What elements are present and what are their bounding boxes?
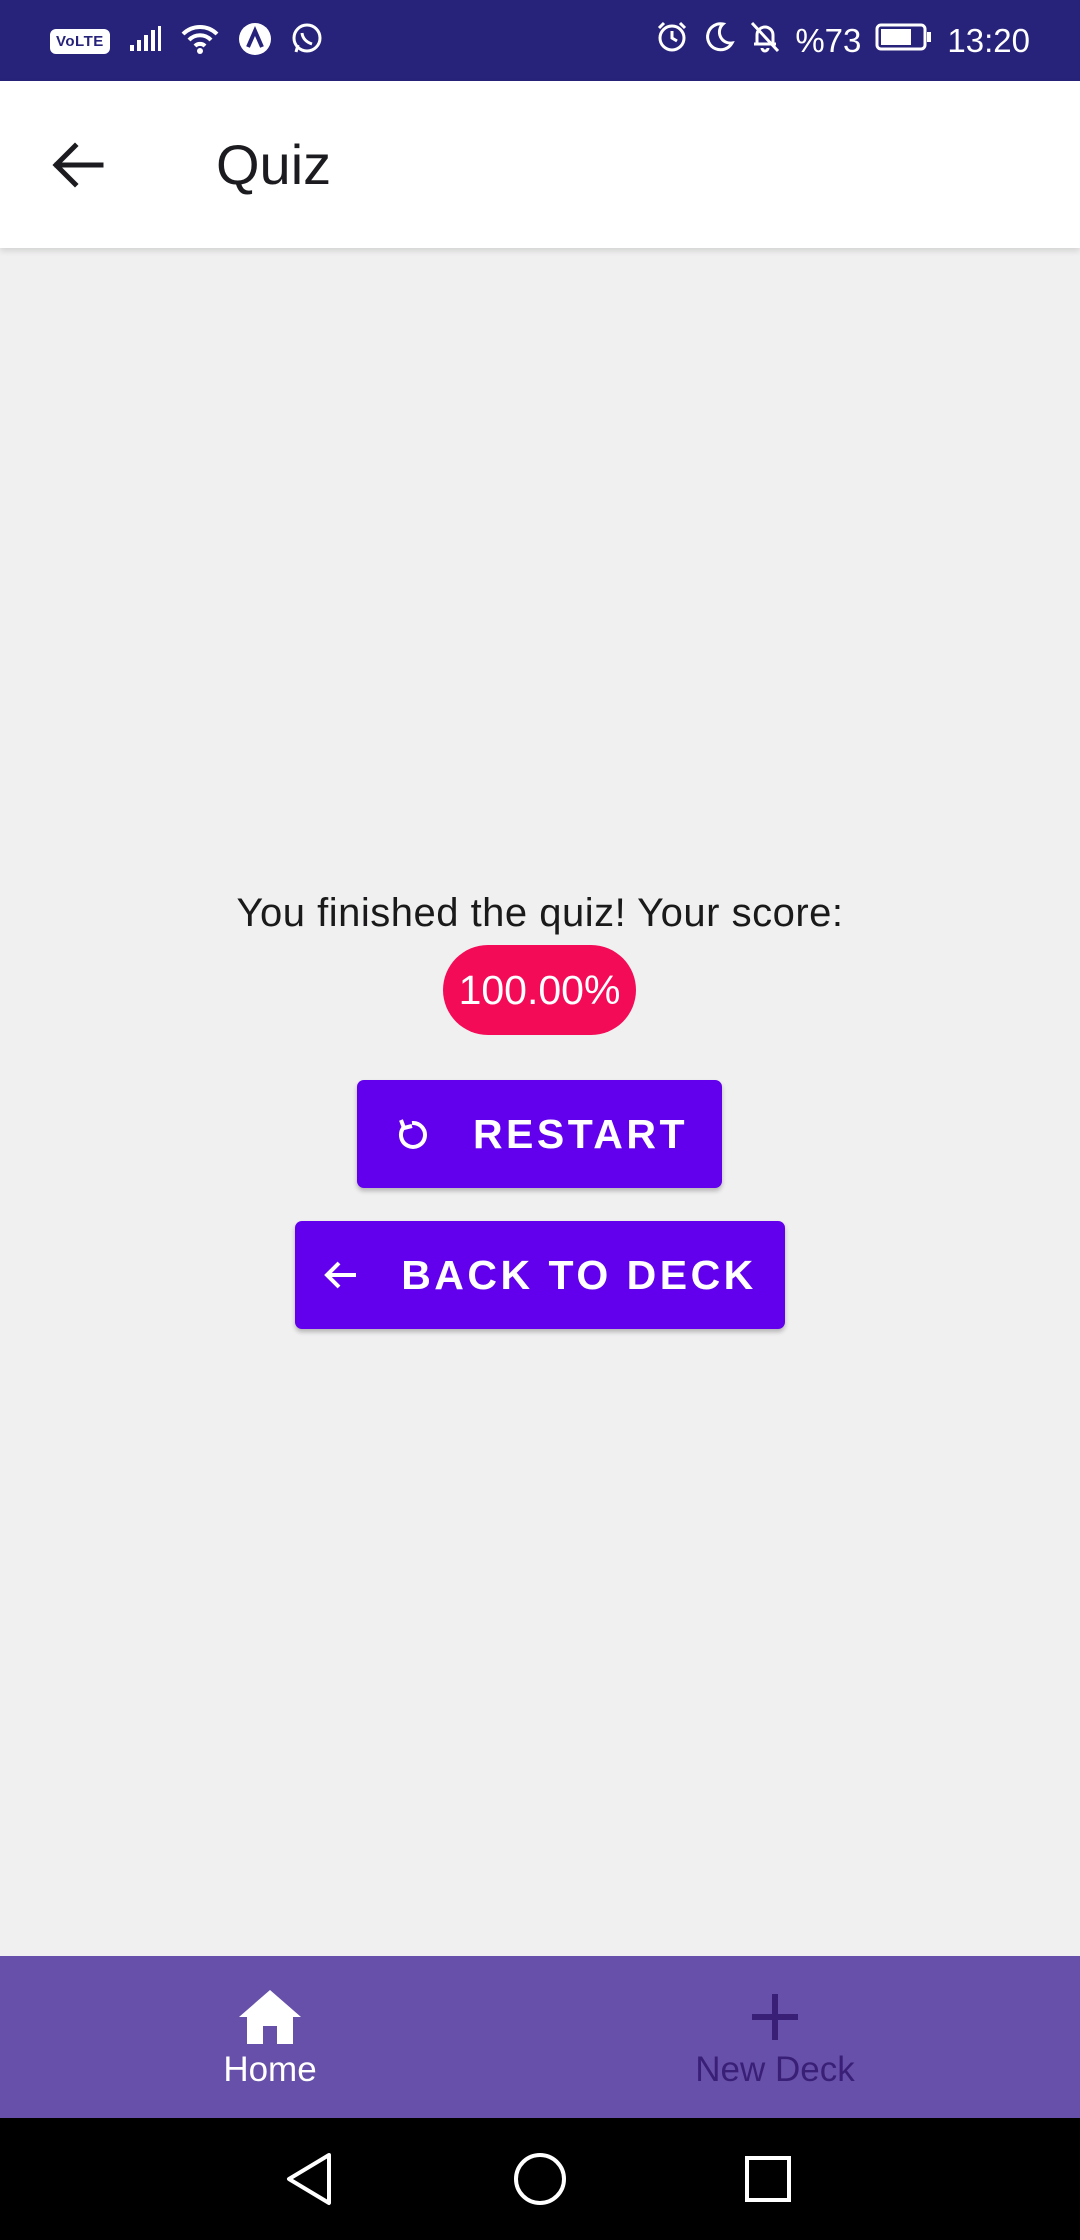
home-icon [237, 1986, 303, 2048]
status-right: %73 13:20 [655, 20, 1030, 62]
nav-item-new-deck[interactable]: New Deck [505, 1956, 1045, 2118]
result-message: You finished the quiz! Your score: [236, 891, 844, 935]
bottom-navigation: Home New Deck [0, 1956, 1080, 2118]
alarm-icon [655, 20, 689, 62]
back-button[interactable] [38, 125, 118, 205]
arrow-left-icon [52, 142, 104, 188]
battery-icon [875, 22, 933, 60]
page-title: Quiz [216, 133, 332, 196]
back-triangle-icon[interactable] [276, 2146, 342, 2212]
score-badge: 100.00% [443, 945, 636, 1035]
restart-button[interactable]: RESTART [357, 1080, 722, 1188]
nav-item-home[interactable]: Home [0, 1956, 540, 2118]
home-circle-icon[interactable] [507, 2146, 573, 2212]
recents-square-icon[interactable] [735, 2146, 801, 2212]
back-to-deck-label: BACK TO DECK [401, 1251, 757, 1298]
app-bar: Quiz [0, 81, 1080, 248]
clock: 13:20 [947, 22, 1030, 59]
system-nav-bar [0, 2118, 1080, 2240]
arrow-left-icon [324, 1261, 357, 1289]
moon-icon [703, 21, 736, 61]
quiz-result-panel: You finished the quiz! Your score: 100.0… [0, 248, 1080, 1956]
restart-label: RESTART [472, 1110, 689, 1157]
wifi-icon [180, 23, 220, 60]
whatsapp-icon [290, 22, 324, 61]
nav-label-home: Home [223, 2050, 317, 2089]
bell-off-icon [749, 20, 781, 62]
volte-badge: VoLTE [50, 28, 110, 54]
status-bar: VoLTE %73 13:20 [0, 0, 1080, 81]
app-a-icon [238, 22, 272, 61]
nav-label-new-deck: New Deck [695, 2050, 855, 2089]
back-to-deck-button[interactable]: BACK TO DECK [295, 1221, 785, 1329]
plus-icon [749, 1986, 801, 2048]
battery-text: %73 [795, 22, 862, 59]
status-left: VoLTE [50, 20, 324, 62]
restart-icon [398, 1119, 427, 1149]
signal-icon [128, 25, 162, 58]
